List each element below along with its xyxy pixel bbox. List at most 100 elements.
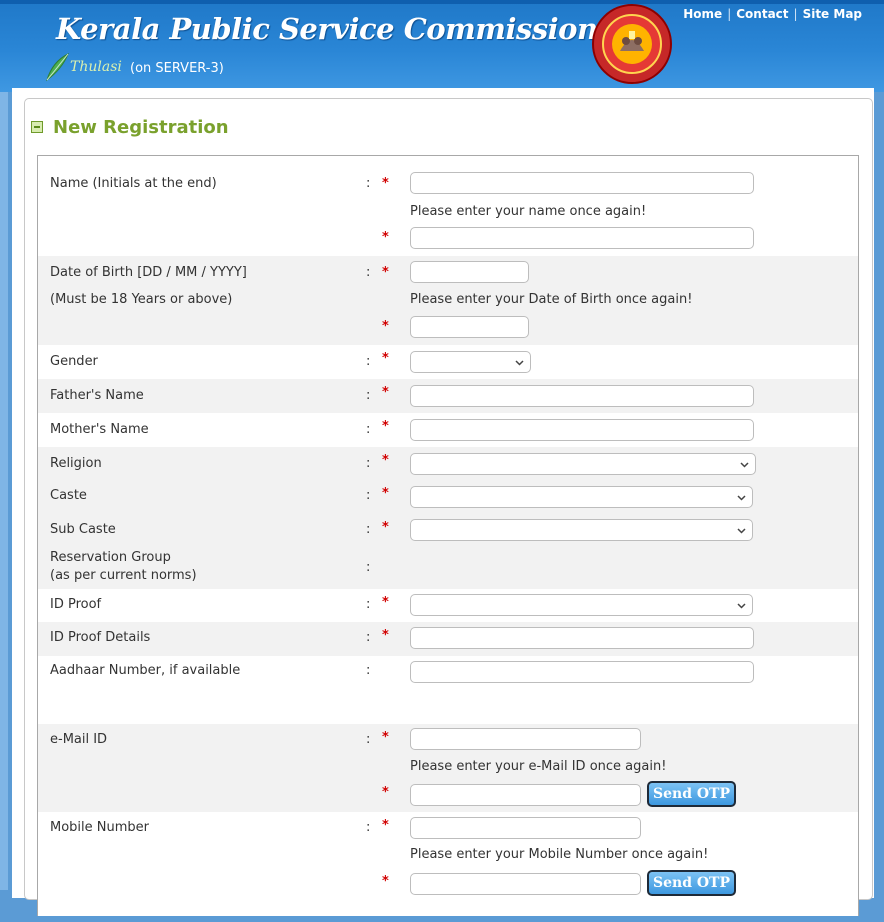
name-confirm-input[interactable] <box>410 227 754 249</box>
colon: : <box>366 176 371 191</box>
name-input[interactable] <box>410 172 754 194</box>
dob-row: Date of Birth [DD / MM / YYYY] (Must be … <box>38 256 858 345</box>
dob-confirm-hint: Please enter your Date of Birth once aga… <box>410 292 693 307</box>
required-mark: * <box>382 176 389 191</box>
name-row: Name (Initials at the end) : * Please en… <box>38 156 858 256</box>
mobile-send-otp-button[interactable]: Send OTP <box>647 870 736 896</box>
colon: : <box>366 265 371 280</box>
reservation-group-note: (as per current norms) <box>50 568 197 583</box>
gender-row: Gender : * <box>38 345 858 379</box>
subcaste-label: Sub Caste <box>50 522 116 537</box>
colon: : <box>366 820 371 835</box>
required-mark: * <box>382 818 389 833</box>
collapse-square-icon[interactable] <box>31 121 43 133</box>
nav-contact-link[interactable]: Contact <box>736 7 788 21</box>
id-proof-label: ID Proof <box>50 597 102 612</box>
nav-separator: | <box>727 7 732 21</box>
email-label: e-Mail ID <box>50 732 108 747</box>
id-proof-details-input[interactable] <box>410 627 754 649</box>
aadhaar-row: Aadhaar Number, if available : <box>38 656 858 724</box>
required-mark: * <box>382 385 389 400</box>
caste-row: Caste : * <box>38 481 858 515</box>
colon: : <box>366 560 371 575</box>
reservation-group-row: Reservation Group (as per current norms)… <box>38 549 858 589</box>
email-row: e-Mail ID : * Please enter your e-Mail I… <box>38 724 858 812</box>
required-mark: * <box>382 595 389 610</box>
religion-row: Religion : * <box>38 447 858 481</box>
mobile-confirm-hint: Please enter your Mobile Number once aga… <box>410 847 709 862</box>
subcaste-select[interactable] <box>410 519 753 541</box>
dob-confirm-input[interactable] <box>410 316 529 338</box>
mother-name-row: Mother's Name : * <box>38 413 858 447</box>
email-send-otp-button[interactable]: Send OTP <box>647 781 736 807</box>
required-mark: * <box>382 730 389 745</box>
section-title: New Registration <box>53 117 229 138</box>
colon: : <box>366 456 371 471</box>
required-mark: * <box>382 319 389 334</box>
registration-form: Name (Initials at the end) : * Please en… <box>37 155 859 916</box>
gender-label: Gender <box>50 354 98 369</box>
mobile-input[interactable] <box>410 817 641 839</box>
caste-select[interactable] <box>410 486 753 508</box>
colon: : <box>366 732 371 747</box>
header-top-strip <box>0 0 884 4</box>
id-proof-row: ID Proof : * <box>38 589 858 622</box>
father-name-input[interactable] <box>410 385 754 407</box>
religion-select[interactable] <box>410 453 756 475</box>
religion-label: Religion <box>50 456 102 471</box>
nav-separator: | <box>793 7 798 21</box>
caste-label: Caste <box>50 488 87 503</box>
registration-section: New Registration Name (Initials at the e… <box>24 98 873 916</box>
father-name-label: Father's Name <box>50 388 144 403</box>
required-mark: * <box>382 486 389 501</box>
mother-name-input[interactable] <box>410 419 754 441</box>
brand-name: Thulasi <box>70 59 122 75</box>
mobile-confirm-input[interactable] <box>410 873 641 895</box>
dob-note: (Must be 18 Years or above) <box>50 292 233 307</box>
colon: : <box>366 422 371 437</box>
required-mark: * <box>382 230 389 245</box>
aadhaar-label: Aadhaar Number, if available <box>50 663 241 678</box>
father-name-row: Father's Name : * <box>38 379 858 413</box>
required-mark: * <box>382 628 389 643</box>
colon: : <box>366 522 371 537</box>
page-left-edge <box>0 0 8 890</box>
dob-input[interactable] <box>410 261 529 283</box>
mobile-row: Mobile Number : * Please enter your Mobi… <box>38 812 858 922</box>
email-confirm-hint: Please enter your e-Mail ID once again! <box>410 759 667 774</box>
colon: : <box>366 488 371 503</box>
site-title: Kerala Public Service Commission <box>56 12 598 46</box>
chevron-down-icon <box>737 495 746 501</box>
subcaste-row: Sub Caste : * <box>38 515 858 549</box>
id-proof-details-row: ID Proof Details : * <box>38 622 858 656</box>
colon: : <box>366 354 371 369</box>
mobile-label: Mobile Number <box>50 820 149 835</box>
aadhaar-input[interactable] <box>410 661 754 683</box>
email-input[interactable] <box>410 728 641 750</box>
nav-sitemap-link[interactable]: Site Map <box>803 7 862 21</box>
kpsc-emblem-icon <box>592 4 672 84</box>
colon: : <box>366 630 371 645</box>
required-mark: * <box>382 874 389 889</box>
reservation-group-label: Reservation Group <box>50 550 171 565</box>
id-proof-select[interactable] <box>410 594 753 616</box>
name-label: Name (Initials at the end) <box>50 176 217 191</box>
id-proof-details-label: ID Proof Details <box>50 630 151 645</box>
required-mark: * <box>382 351 389 366</box>
colon: : <box>366 663 371 678</box>
thulasi-leaf-icon <box>46 52 69 82</box>
colon: : <box>366 388 371 403</box>
required-mark: * <box>382 520 389 535</box>
chevron-down-icon <box>737 528 746 534</box>
email-confirm-input[interactable] <box>410 784 641 806</box>
required-mark: * <box>382 785 389 800</box>
required-mark: * <box>382 265 389 280</box>
server-label: (on SERVER-3) <box>130 61 224 76</box>
top-navigation: Home | Contact | Site Map <box>683 7 862 21</box>
nav-home-link[interactable]: Home <box>683 7 722 21</box>
site-header: Kerala Public Service Commission Thulasi… <box>0 0 884 92</box>
chevron-down-icon <box>515 360 524 366</box>
content-panel: New Registration Name (Initials at the e… <box>12 88 874 916</box>
chevron-down-icon <box>740 462 749 468</box>
gender-select[interactable] <box>410 351 531 373</box>
